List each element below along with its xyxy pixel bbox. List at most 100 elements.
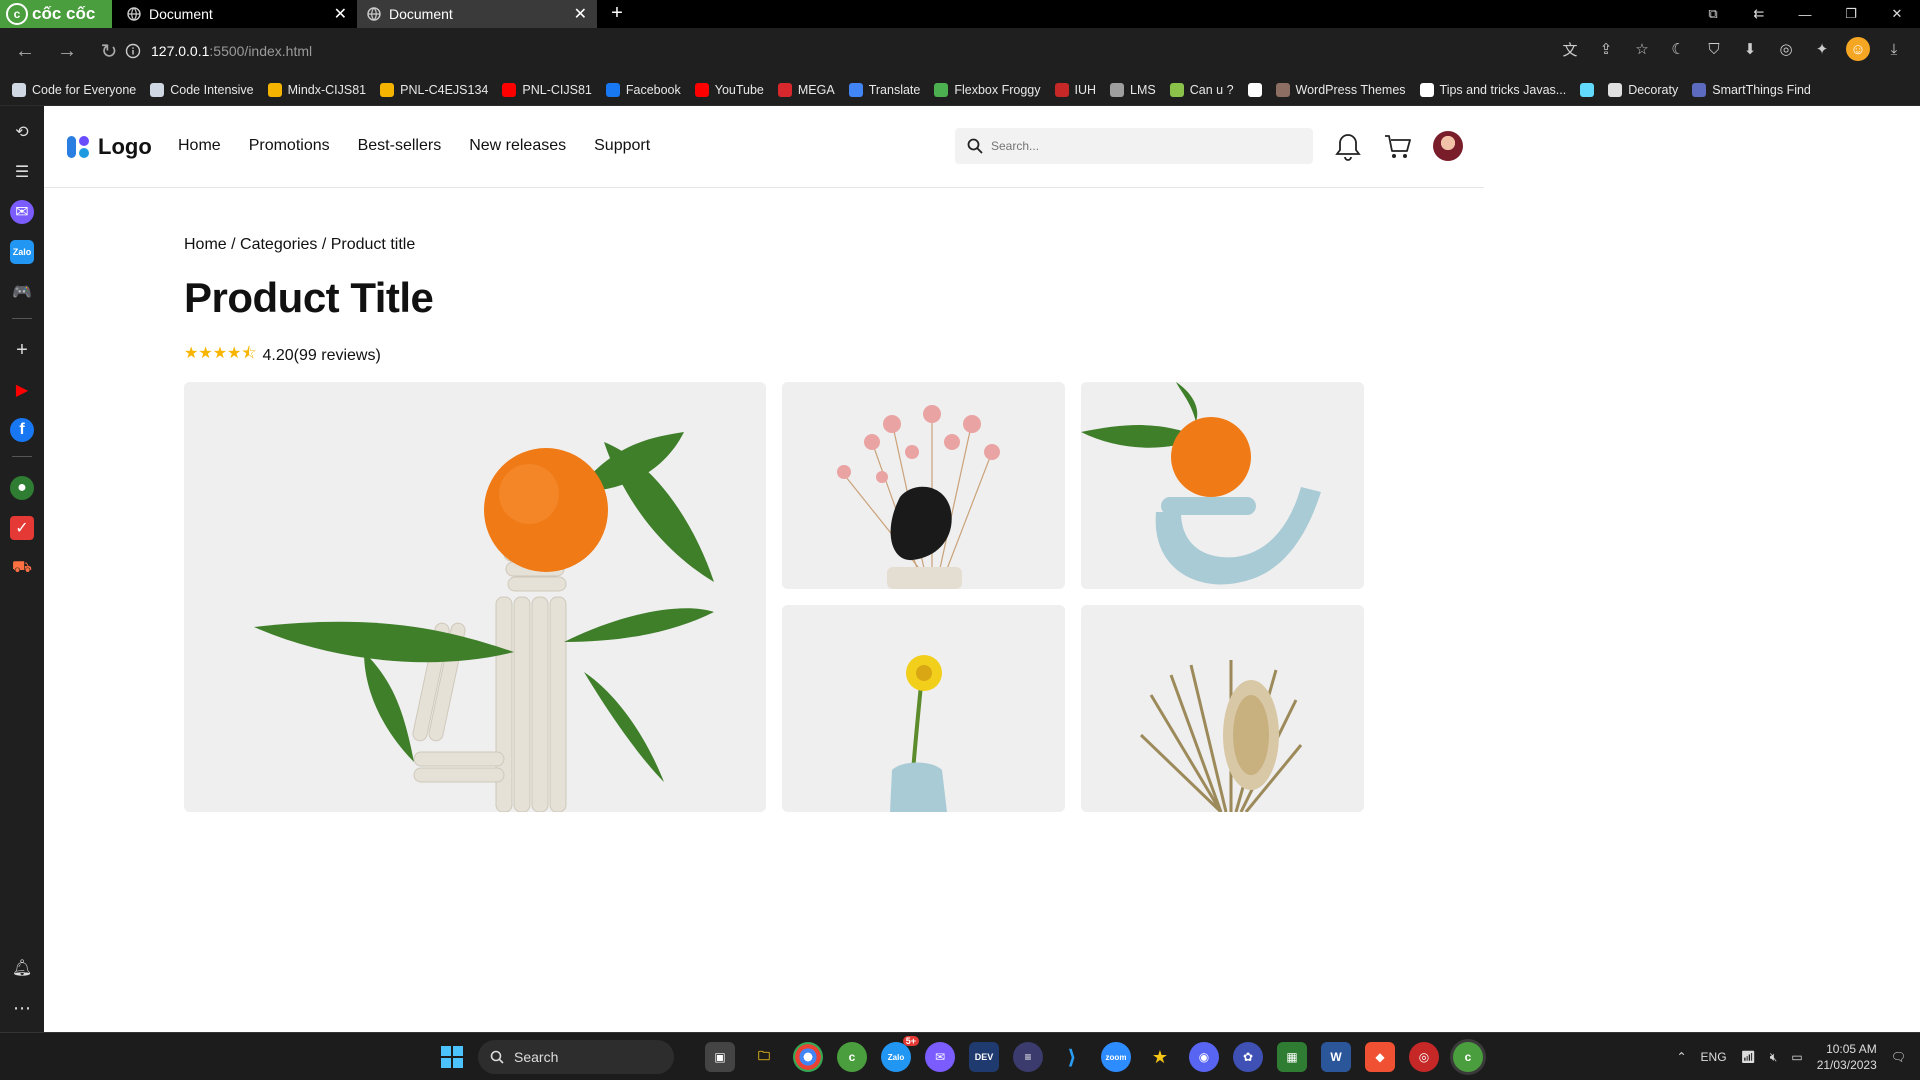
bookmark-item[interactable]: Code Intensive (150, 82, 254, 97)
search-box[interactable] (955, 128, 1313, 164)
bookmark-item[interactable]: Decoraty (1608, 82, 1678, 97)
zalo-icon[interactable]: Zalo (10, 240, 34, 264)
product-image-2[interactable] (782, 382, 1065, 589)
chevron-up-icon[interactable]: ⌃ (1676, 1050, 1686, 1064)
close-tab-icon[interactable]: ✕ (334, 4, 347, 24)
sheets-icon[interactable]: ▦ (1277, 1042, 1307, 1072)
bookmark-item[interactable]: Code for Everyone (12, 82, 136, 97)
bookmark-item[interactable]: Translate (848, 82, 920, 97)
close-tab-icon[interactable]: ✕ (574, 4, 587, 24)
close-window-button[interactable]: ✕ (1874, 0, 1920, 28)
taskbar-search[interactable]: Search (478, 1040, 674, 1074)
bookmark-item[interactable]: PNL-CIJS81 (502, 82, 592, 97)
share-icon[interactable]: ⇪ (1594, 37, 1618, 61)
compass-icon[interactable]: ◎ (1774, 37, 1798, 61)
product-image-5[interactable] (1081, 605, 1364, 812)
file-explorer-icon[interactable]: 🗀 (749, 1042, 779, 1072)
coccoc-games-icon[interactable]: ● (10, 476, 34, 500)
star-app-icon[interactable]: ★ (1145, 1042, 1175, 1072)
user-avatar[interactable] (1433, 131, 1463, 161)
discord-icon[interactable]: ◉ (1189, 1042, 1219, 1072)
bookmark-item[interactable]: SmartThings Find (1692, 82, 1811, 97)
git-icon[interactable]: ◆ (1365, 1042, 1395, 1072)
screenshot-icon[interactable]: ⧉ (1690, 0, 1736, 28)
clock[interactable]: 10:05 AM 21/03/2023 (1817, 1041, 1877, 1073)
todo-icon[interactable]: ✓ (10, 516, 34, 540)
restore-button[interactable]: ❐ (1828, 0, 1874, 28)
profile-icon[interactable]: ☺ (1846, 37, 1870, 61)
address-bar[interactable]: 127.0.0.1:5500/index.html (125, 33, 1525, 69)
new-tab-button[interactable]: + (605, 2, 629, 25)
browser-tab-2[interactable]: Document ✕ (357, 0, 597, 28)
app-icon[interactable]: ✿ (1233, 1042, 1263, 1072)
back-button[interactable]: ← (8, 34, 42, 68)
bookmark-item[interactable]: IUH (1054, 82, 1096, 97)
battery-icon[interactable]: ▭ (1791, 1050, 1802, 1064)
nav-best-sellers[interactable]: Best-sellers (358, 137, 442, 155)
bell-icon[interactable] (1334, 132, 1362, 162)
product-image-3[interactable] (1081, 382, 1364, 589)
info-icon[interactable] (125, 43, 141, 59)
bookmark-item[interactable]: Can u ? (1169, 82, 1234, 97)
zoom-icon[interactable]: zoom (1101, 1042, 1131, 1072)
bookmark-item[interactable]: Facebook (605, 82, 681, 97)
zalo-taskbar-icon[interactable]: Zalo 5+ (881, 1036, 919, 1072)
volume-icon[interactable]: 🔇︎ (1770, 1050, 1778, 1065)
search-input[interactable] (991, 139, 1291, 153)
chrome-icon[interactable] (793, 1042, 823, 1072)
vscode-icon[interactable]: ⟩ (1057, 1042, 1087, 1072)
minimize-button[interactable]: — (1782, 0, 1828, 28)
devc-icon[interactable]: DEV (969, 1042, 999, 1072)
notifications-icon[interactable]: 🔔︎ (10, 956, 34, 980)
bookmark-item[interactable]: MEGA (777, 82, 835, 97)
dark-mode-icon[interactable]: ☾ (1666, 37, 1690, 61)
messenger-icon[interactable]: ✉ (10, 200, 34, 224)
gamepad-icon[interactable]: 🎮 (10, 280, 34, 304)
reload-button[interactable]: ↻ (92, 34, 126, 68)
bookmark-item[interactable] (1580, 82, 1595, 97)
coccoc-taskbar-icon[interactable]: c (837, 1042, 867, 1072)
coccoc-brand[interactable]: c cốc cốc (0, 0, 112, 28)
word-icon[interactable]: W (1321, 1042, 1351, 1072)
shield-icon[interactable]: ⛉ (1702, 37, 1726, 61)
star-icon[interactable]: ☆ (1630, 37, 1654, 61)
more-icon[interactable]: ⋯ (10, 996, 34, 1020)
coccoc-active-icon[interactable]: c (1453, 1042, 1483, 1072)
bookmark-item[interactable]: Tips and tricks Javas... (1419, 82, 1566, 97)
terminal-icon[interactable]: ≡ (1013, 1042, 1043, 1072)
start-icon[interactable] (437, 1042, 467, 1072)
history-icon[interactable]: ⟲ (10, 120, 34, 144)
messenger-taskbar-icon[interactable]: ✉ (925, 1042, 955, 1072)
bookmark-item[interactable]: PNL-C4EJS134 (380, 82, 488, 97)
back-arrows-icon[interactable]: ⇇ (1736, 0, 1782, 28)
language-indicator[interactable]: ENG (1701, 1050, 1727, 1064)
shopping-icon[interactable]: ⛟ (10, 556, 34, 580)
task-view-icon[interactable]: ▣ (705, 1042, 735, 1072)
browser-tab-1[interactable]: Document ✕ (117, 0, 357, 28)
product-image-main[interactable] (184, 382, 766, 812)
bookmark-item[interactable]: LMS (1110, 82, 1156, 97)
translate-icon[interactable]: 文 (1558, 37, 1582, 61)
product-image-4[interactable] (782, 605, 1065, 812)
facebook-icon[interactable]: f (10, 418, 34, 442)
app-red-icon[interactable]: ◎ (1409, 1042, 1439, 1072)
extensions-icon[interactable]: ✦ (1810, 37, 1834, 61)
notification-center-icon[interactable]: 🗨︎ (1891, 1050, 1906, 1064)
nav-support[interactable]: Support (594, 137, 650, 155)
downloads-icon[interactable]: ⤓ (1882, 37, 1906, 61)
youtube-icon[interactable]: ▶ (10, 378, 34, 402)
nav-new-releases[interactable]: New releases (469, 137, 566, 155)
forward-button[interactable]: → (50, 34, 84, 68)
bookmark-item[interactable]: Flexbox Froggy (934, 82, 1041, 97)
site-logo[interactable]: Logo (66, 134, 152, 160)
download-icon[interactable]: ⬇ (1738, 37, 1762, 61)
bookmark-item[interactable]: YouTube (694, 82, 764, 97)
bookmark-item[interactable]: Mindx-CIJS81 (267, 82, 366, 97)
nav-promotions[interactable]: Promotions (249, 137, 330, 155)
reading-list-icon[interactable]: ☰ (10, 160, 34, 184)
bookmark-item[interactable]: WordPress Themes (1275, 82, 1406, 97)
wifi-icon[interactable]: 📶︎ (1741, 1050, 1756, 1064)
nav-home[interactable]: Home (178, 137, 221, 155)
bookmark-item[interactable] (1247, 82, 1262, 97)
add-icon[interactable]: + (10, 338, 34, 362)
